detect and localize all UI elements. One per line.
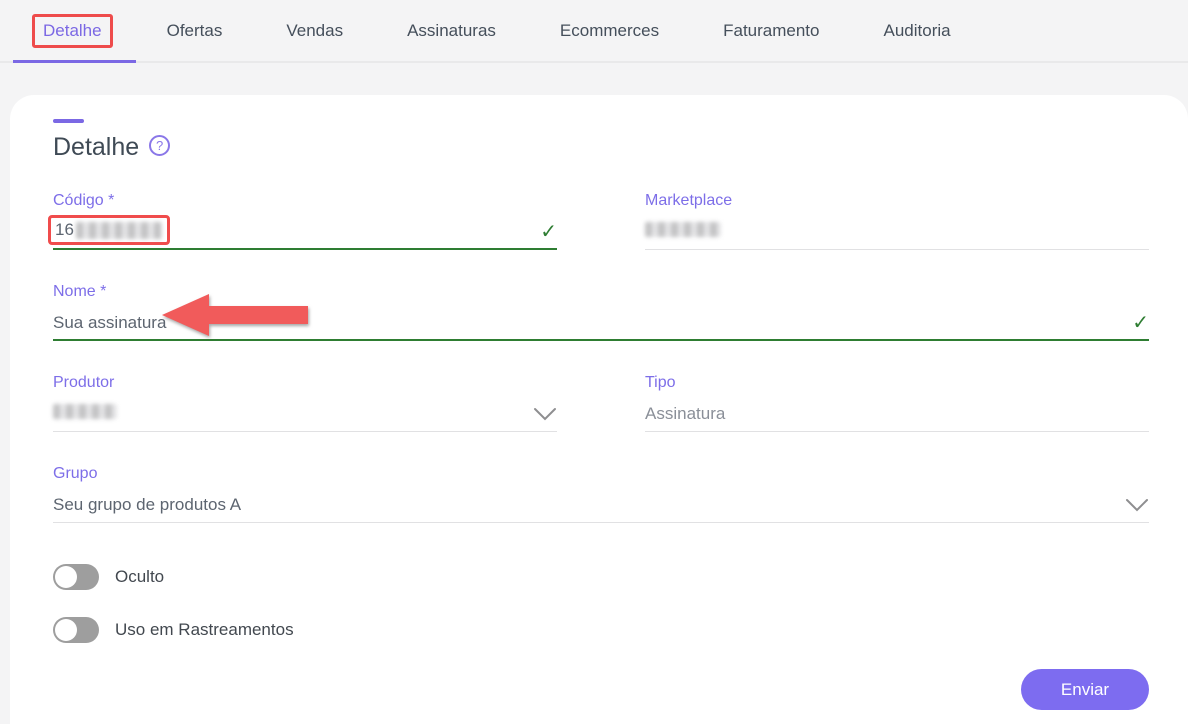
tab-auditoria[interactable]: Auditoria <box>882 17 953 45</box>
produtor-chevron-down-icon[interactable] <box>533 407 557 421</box>
detail-panel: Detalhe ? Código * 16 ✓ Marketplace <box>10 95 1188 724</box>
tab-vendas[interactable]: Vendas <box>284 17 345 45</box>
field-grupo: Grupo Seu grupo de produtos A <box>53 465 1149 523</box>
tab-ecommerces[interactable]: Ecommerces <box>558 17 661 45</box>
tipo-label: Tipo <box>645 374 1149 392</box>
oculto-toggle-label: Oculto <box>115 567 164 587</box>
codigo-valid-check-icon: ✓ <box>540 222 557 242</box>
toggle-row-oculto: Oculto <box>53 563 1149 591</box>
field-nome: Nome * Sua assinatura ✓ <box>53 283 1149 341</box>
nome-label: Nome * <box>53 283 1149 301</box>
field-tipo: Tipo Assinatura <box>645 374 1149 432</box>
toggle-row-rastreamentos: Uso em Rastreamentos <box>53 616 1149 644</box>
grupo-select[interactable]: Seu grupo de produtos A <box>53 495 1125 515</box>
oculto-toggle[interactable] <box>53 564 99 590</box>
tab-bar: Detalhe Ofertas Vendas Assinaturas Ecomm… <box>0 0 1188 63</box>
rastreamentos-toggle[interactable] <box>53 617 99 643</box>
nome-valid-check-icon: ✓ <box>1132 313 1149 333</box>
title-accent-dash <box>53 119 84 123</box>
oculto-toggle-knob <box>55 566 77 588</box>
tab-ofertas[interactable]: Ofertas <box>165 17 225 45</box>
tab-detalhe[interactable]: Detalhe <box>32 14 113 48</box>
codigo-input[interactable]: 16 <box>48 215 170 245</box>
produtor-label: Produtor <box>53 374 557 392</box>
grupo-chevron-down-icon[interactable] <box>1125 498 1149 512</box>
marketplace-redacted-value <box>645 222 721 237</box>
active-tab-indicator <box>13 60 136 63</box>
marketplace-label: Marketplace <box>645 192 1149 210</box>
rastreamentos-toggle-label: Uso em Rastreamentos <box>115 620 294 640</box>
field-marketplace: Marketplace <box>645 192 1149 250</box>
codigo-redacted-value <box>76 222 162 239</box>
submit-button[interactable]: Enviar <box>1021 669 1149 710</box>
field-produtor: Produtor <box>53 374 557 432</box>
rastreamentos-toggle-knob <box>55 619 77 641</box>
tab-faturamento[interactable]: Faturamento <box>721 17 821 45</box>
grupo-label: Grupo <box>53 465 1149 483</box>
tipo-value: Assinatura <box>645 404 1149 424</box>
field-codigo: Código * 16 ✓ <box>53 192 557 250</box>
page-title: Detalhe <box>53 133 139 162</box>
produtor-redacted-value <box>53 404 117 419</box>
codigo-label: Código * <box>53 192 557 210</box>
detail-form: Código * 16 ✓ Marketplace <box>53 192 1149 523</box>
nome-input[interactable]: Sua assinatura <box>53 313 1132 333</box>
tab-assinaturas[interactable]: Assinaturas <box>405 17 498 45</box>
codigo-value-prefix: 16 <box>55 220 74 240</box>
help-icon[interactable]: ? <box>149 135 170 156</box>
